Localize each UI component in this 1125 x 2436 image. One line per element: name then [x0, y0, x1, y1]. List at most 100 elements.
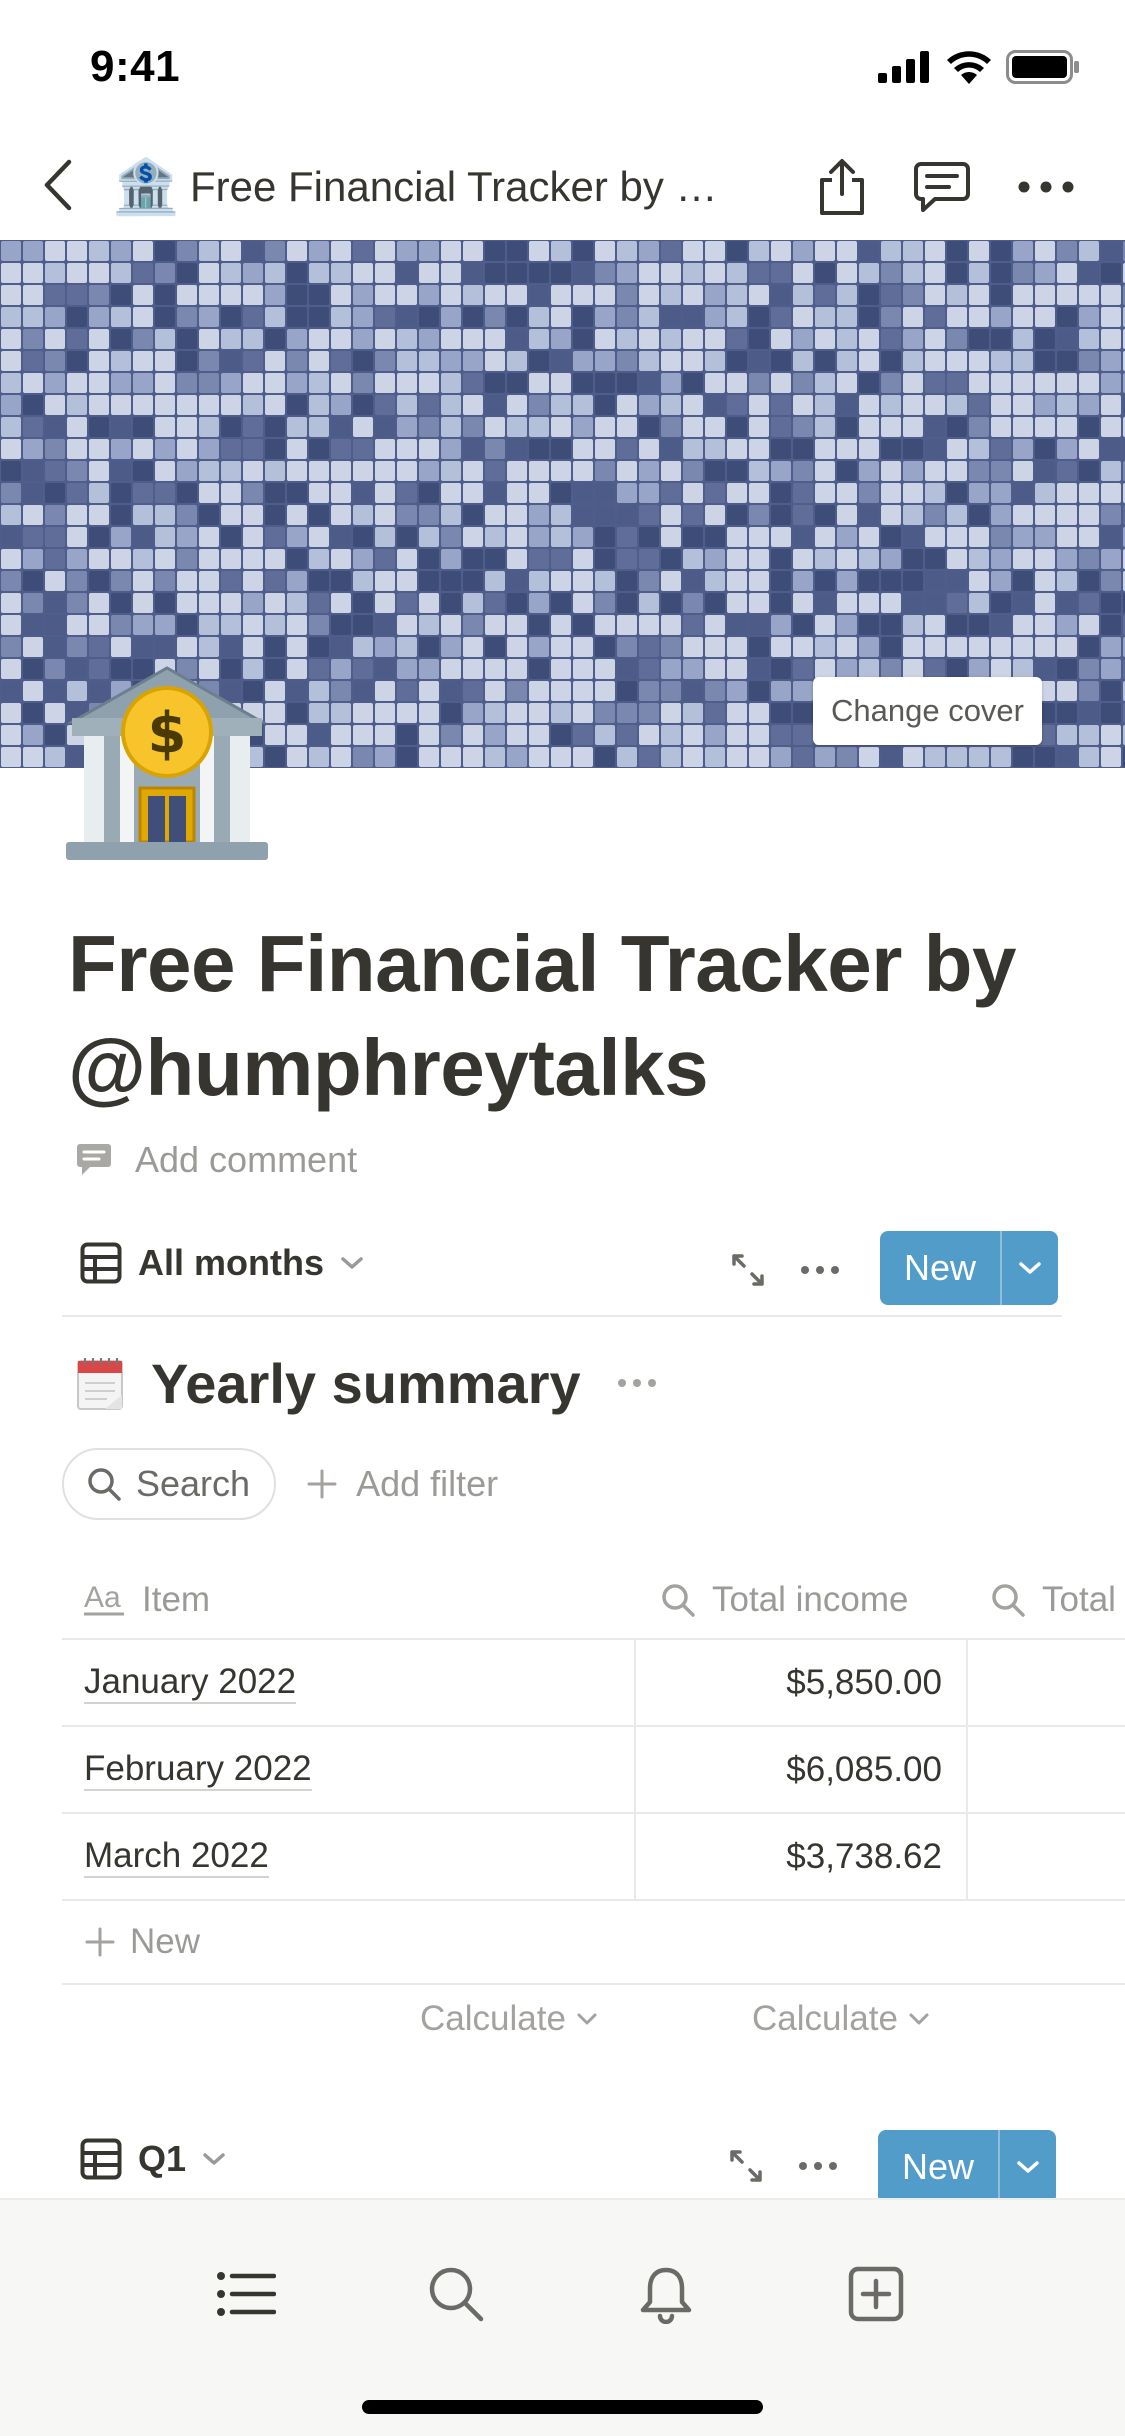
q1-view-label: Q1: [138, 2138, 187, 2179]
tab-notifications[interactable]: [626, 2254, 706, 2334]
add-filter-button[interactable]: Add filter: [306, 1463, 498, 1505]
view-selector[interactable]: All months: [80, 1242, 364, 1284]
bank-icon: $: [66, 666, 268, 860]
battery-icon: [1006, 50, 1079, 84]
column-divider: [966, 1727, 968, 1814]
search-icon: [429, 2267, 484, 2322]
chevron-down-icon: [577, 2013, 597, 2025]
tab-search[interactable]: [416, 2254, 496, 2334]
more-icon[interactable]: [617, 1378, 657, 1388]
add-filter-label: Add filter: [356, 1463, 499, 1504]
text-property-icon: Aa: [84, 1583, 124, 1616]
calculate-total-income[interactable]: Calculate: [420, 1999, 598, 2039]
status-icons: [878, 50, 1080, 84]
back-icon: [44, 159, 72, 211]
q1-more-button[interactable]: [788, 2136, 848, 2196]
plus-icon: [85, 1927, 115, 1957]
database-more-button[interactable]: [790, 1240, 850, 1300]
calculate-total[interactable]: Calculate: [752, 1999, 930, 2039]
more-button[interactable]: [1012, 153, 1080, 221]
row-total-income-cell[interactable]: $5,850.00: [636, 1640, 942, 1725]
more-icon: [1018, 181, 1074, 193]
search-icon: [662, 1584, 695, 1617]
comment-icon: [77, 1144, 111, 1175]
toolbar-divider: [62, 1315, 1062, 1317]
status-time: 9:41: [90, 42, 181, 91]
home-indicator[interactable]: [362, 2400, 763, 2414]
chevron-down-icon: [909, 2013, 929, 2025]
chevron-down-icon: [341, 1257, 363, 1269]
row-item-cell[interactable]: February 2022: [84, 1727, 312, 1812]
calendar-icon: [77, 1358, 123, 1410]
page-icon[interactable]: $: [62, 660, 272, 870]
plus-icon: [307, 1469, 337, 1499]
filter-row: Search Add filter: [62, 1448, 498, 1520]
back-button[interactable]: [28, 155, 88, 215]
search-label: Search: [136, 1463, 251, 1504]
change-cover-button[interactable]: Change cover: [812, 677, 1042, 745]
chevron-down-icon: [1019, 1262, 1041, 1274]
table-view-icon: [80, 1242, 122, 1284]
database-table: Aa Item Total income Total January 2022 …: [62, 1560, 1125, 2067]
column-header-item[interactable]: Aa Item: [84, 1560, 210, 1640]
search-icon: [992, 1584, 1025, 1617]
more-icon: [799, 2162, 837, 2170]
new-button-label[interactable]: New: [880, 1231, 1000, 1305]
new-options-button[interactable]: [1000, 1231, 1058, 1305]
database-toolbar: All months New: [62, 1228, 1062, 1316]
tab-sidebar[interactable]: [206, 2254, 286, 2334]
new-record-button[interactable]: New: [880, 1231, 1058, 1305]
search-icon: [88, 1468, 121, 1501]
svg-text:$: $: [148, 701, 187, 766]
table-header: Aa Item Total income Total: [62, 1560, 1125, 1640]
share-icon: [820, 159, 864, 215]
nav-page-emoji: 🏦: [112, 157, 180, 217]
row-total-income-cell[interactable]: $3,738.62: [636, 1814, 942, 1899]
tab-new-page[interactable]: [836, 2254, 916, 2334]
comment-icon: [914, 162, 970, 212]
database-search-button[interactable]: Search: [62, 1448, 277, 1520]
expand-icon: [732, 1254, 764, 1286]
table-row[interactable]: January 2022 $5,850.00: [62, 1640, 1125, 1727]
expand-icon: [730, 2150, 762, 2182]
q1-new-record-button[interactable]: New: [878, 2130, 1056, 2204]
q1-new-options-button[interactable]: [998, 2130, 1056, 2204]
q1-new-button-label[interactable]: New: [878, 2130, 998, 2204]
database-title[interactable]: Yearly summary: [151, 1351, 581, 1416]
status-bar: 9:41: [0, 0, 1125, 135]
wifi-icon: [947, 51, 991, 84]
column-header-total-income[interactable]: Total income: [660, 1560, 908, 1640]
row-item-cell[interactable]: March 2022: [84, 1814, 269, 1899]
nav-bar: 🏦 Free Financial Tracker by @humphreytal…: [0, 135, 1125, 240]
more-icon: [801, 1266, 839, 1274]
table-view-icon: [80, 2138, 122, 2180]
table-row[interactable]: March 2022 $3,738.62: [62, 1814, 1125, 1901]
q1-view-selector[interactable]: Q1: [80, 2138, 226, 2180]
list-icon: [217, 2272, 276, 2316]
calculation-row: Calculate Calculate: [62, 1985, 1125, 2067]
bell-icon: [640, 2267, 692, 2324]
page-title[interactable]: Free Financial Tracker by @humphreytalks: [68, 912, 1088, 1120]
column-header-total[interactable]: Total: [990, 1560, 1116, 1640]
expand-button[interactable]: [718, 1240, 778, 1300]
nav-page-title[interactable]: Free Financial Tracker by @humphreytalks: [190, 157, 760, 217]
add-page-icon: [848, 2266, 904, 2322]
share-button[interactable]: [808, 153, 876, 221]
table-row[interactable]: February 2022 $6,085.00: [62, 1727, 1125, 1814]
add-row-button[interactable]: New: [62, 1901, 1125, 1985]
column-divider: [966, 1640, 968, 1727]
database-title-row: Yearly summary: [75, 1345, 657, 1421]
add-comment-label: Add comment: [135, 1139, 358, 1180]
add-comment-button[interactable]: Add comment: [75, 1135, 357, 1185]
row-item-cell[interactable]: January 2022: [84, 1640, 297, 1725]
svg-text:Aa: Aa: [84, 1583, 121, 1614]
cellular-signal-icon: [878, 51, 929, 83]
view-label: All months: [138, 1242, 324, 1283]
comments-button[interactable]: [908, 153, 976, 221]
add-row-label: New: [130, 1922, 201, 1961]
q1-expand-button[interactable]: [716, 2136, 776, 2196]
column-divider: [966, 1814, 968, 1901]
chevron-down-icon: [1017, 2161, 1039, 2173]
chevron-down-icon: [203, 2153, 225, 2165]
row-total-income-cell[interactable]: $6,085.00: [636, 1727, 942, 1812]
